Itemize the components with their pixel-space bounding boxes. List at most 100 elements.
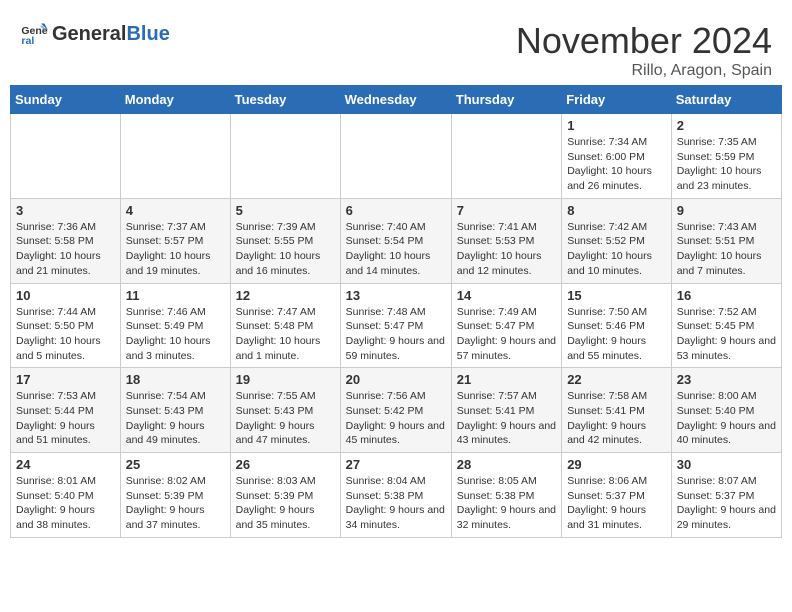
calendar-week-row: 24Sunrise: 8:01 AM Sunset: 5:40 PM Dayli…	[11, 453, 782, 538]
calendar-cell: 24Sunrise: 8:01 AM Sunset: 5:40 PM Dayli…	[11, 453, 121, 538]
day-number: 17	[16, 372, 115, 387]
calendar-week-row: 10Sunrise: 7:44 AM Sunset: 5:50 PM Dayli…	[11, 283, 782, 368]
calendar-cell: 19 Sunrise: 7:55 AM Sunset: 5:43 PM Dayli…	[230, 368, 340, 453]
calendar-cell: 14 Sunrise: 7:49 AM Sunset: 5:47 PM Dayli…	[451, 283, 561, 368]
day-info: Sunrise: 7:46 AM Sunset: 5:49 PM Dayligh…	[126, 305, 225, 364]
calendar-cell: 6Sunrise: 7:40 AM Sunset: 5:54 PM Daylig…	[340, 198, 451, 283]
weekday-header: Sunday	[11, 86, 121, 114]
day-number: 28	[457, 457, 556, 472]
calendar-week-row: 1Sunrise: 7:34 AM Sunset: 6:00 PM Daylig…	[11, 114, 782, 199]
day-number: 3	[16, 203, 115, 218]
day-info: Sunrise: 7:52 AM Sunset: 5:45 PM Dayligh…	[677, 305, 776, 364]
day-info: Sunrise: 8:05 AM Sunset: 5:38 PM Dayligh…	[457, 474, 556, 533]
location: Rillo, Aragon, Spain	[516, 62, 772, 80]
day-info: Sunrise: 8:04 AM Sunset: 5:38 PM Dayligh…	[346, 474, 446, 533]
day-number: 16	[677, 288, 776, 303]
day-number: 10	[16, 288, 115, 303]
calendar-cell: 3 Sunrise: 7:36 AM Sunset: 5:58 PM Daylig…	[11, 198, 121, 283]
calendar-cell: 7 Sunrise: 7:41 AM Sunset: 5:53 PM Daylig…	[451, 198, 561, 283]
day-number: 2	[677, 118, 776, 133]
day-info: Sunrise: 7:57 AM Sunset: 5:41 PM Dayligh…	[457, 389, 556, 448]
calendar-week-row: 17 Sunrise: 7:53 AM Sunset: 5:44 PM Dayli…	[11, 368, 782, 453]
calendar-cell	[340, 114, 451, 199]
day-info: Sunrise: 7:58 AM Sunset: 5:41 PM Dayligh…	[567, 389, 666, 448]
logo-icon: Gene ral	[20, 20, 48, 48]
day-number: 23	[677, 372, 776, 387]
day-info: Sunrise: 7:43 AM Sunset: 5:51 PM Dayligh…	[677, 220, 776, 279]
day-info: Sunrise: 7:35 AM Sunset: 5:59 PM Dayligh…	[677, 135, 776, 194]
day-number: 30	[677, 457, 776, 472]
calendar-cell: 10Sunrise: 7:44 AM Sunset: 5:50 PM Dayli…	[11, 283, 121, 368]
day-number: 22	[567, 372, 666, 387]
day-info: Sunrise: 8:00 AM Sunset: 5:40 PM Dayligh…	[677, 389, 776, 448]
day-number: 18	[126, 372, 225, 387]
day-info: Sunrise: 8:03 AM Sunset: 5:39 PM Dayligh…	[236, 474, 335, 533]
day-number: 13	[346, 288, 446, 303]
calendar-cell: 26 Sunrise: 8:03 AM Sunset: 5:39 PM Dayli…	[230, 453, 340, 538]
day-info: Sunrise: 7:55 AM Sunset: 5:43 PM Dayligh…	[236, 389, 335, 448]
calendar-cell: 18 Sunrise: 7:54 AM Sunset: 5:43 PM Dayli…	[120, 368, 230, 453]
page-header: Gene ral GeneralBlue November 2024 Rillo…	[10, 10, 782, 85]
logo-text: GeneralBlue	[52, 23, 170, 45]
day-number: 24	[16, 457, 115, 472]
calendar-cell: 8Sunrise: 7:42 AM Sunset: 5:52 PM Daylig…	[562, 198, 672, 283]
calendar-cell: 5 Sunrise: 7:39 AM Sunset: 5:55 PM Daylig…	[230, 198, 340, 283]
day-number: 5	[236, 203, 335, 218]
day-info: Sunrise: 7:36 AM Sunset: 5:58 PM Dayligh…	[16, 220, 115, 279]
day-number: 27	[346, 457, 446, 472]
day-number: 25	[126, 457, 225, 472]
day-number: 8	[567, 203, 666, 218]
day-number: 11	[126, 288, 225, 303]
day-number: 12	[236, 288, 335, 303]
calendar-header-row: SundayMondayTuesdayWednesdayThursdayFrid…	[11, 86, 782, 114]
calendar-cell: 28 Sunrise: 8:05 AM Sunset: 5:38 PM Dayli…	[451, 453, 561, 538]
calendar-cell: 30 Sunrise: 8:07 AM Sunset: 5:37 PM Dayli…	[671, 453, 781, 538]
weekday-header: Monday	[120, 86, 230, 114]
weekday-header: Saturday	[671, 86, 781, 114]
calendar-cell: 13 Sunrise: 7:48 AM Sunset: 5:47 PM Dayli…	[340, 283, 451, 368]
calendar-cell	[120, 114, 230, 199]
calendar-cell: 4 Sunrise: 7:37 AM Sunset: 5:57 PM Daylig…	[120, 198, 230, 283]
day-info: Sunrise: 7:37 AM Sunset: 5:57 PM Dayligh…	[126, 220, 225, 279]
logo-general: General	[52, 23, 126, 45]
day-number: 7	[457, 203, 556, 218]
day-number: 4	[126, 203, 225, 218]
day-number: 19	[236, 372, 335, 387]
day-info: Sunrise: 7:49 AM Sunset: 5:47 PM Dayligh…	[457, 305, 556, 364]
calendar-cell: 22 Sunrise: 7:58 AM Sunset: 5:41 PM Dayli…	[562, 368, 672, 453]
title-block: November 2024 Rillo, Aragon, Spain	[516, 20, 772, 80]
calendar-cell: 12 Sunrise: 7:47 AM Sunset: 5:48 PM Dayli…	[230, 283, 340, 368]
calendar-cell: 15 Sunrise: 7:50 AM Sunset: 5:46 PM Dayli…	[562, 283, 672, 368]
day-info: Sunrise: 8:02 AM Sunset: 5:39 PM Dayligh…	[126, 474, 225, 533]
day-info: Sunrise: 7:48 AM Sunset: 5:47 PM Dayligh…	[346, 305, 446, 364]
day-number: 14	[457, 288, 556, 303]
calendar-cell: 9Sunrise: 7:43 AM Sunset: 5:51 PM Daylig…	[671, 198, 781, 283]
calendar-cell: 20Sunrise: 7:56 AM Sunset: 5:42 PM Dayli…	[340, 368, 451, 453]
day-number: 26	[236, 457, 335, 472]
day-info: Sunrise: 7:50 AM Sunset: 5:46 PM Dayligh…	[567, 305, 666, 364]
day-info: Sunrise: 7:41 AM Sunset: 5:53 PM Dayligh…	[457, 220, 556, 279]
calendar-cell	[451, 114, 561, 199]
day-info: Sunrise: 7:53 AM Sunset: 5:44 PM Dayligh…	[16, 389, 115, 448]
calendar-cell: 21 Sunrise: 7:57 AM Sunset: 5:41 PM Dayli…	[451, 368, 561, 453]
day-info: Sunrise: 7:40 AM Sunset: 5:54 PM Dayligh…	[346, 220, 446, 279]
day-number: 15	[567, 288, 666, 303]
calendar-cell: 16 Sunrise: 7:52 AM Sunset: 5:45 PM Dayli…	[671, 283, 781, 368]
calendar-cell	[11, 114, 121, 199]
calendar-cell: 2 Sunrise: 7:35 AM Sunset: 5:59 PM Daylig…	[671, 114, 781, 199]
calendar-cell: 17 Sunrise: 7:53 AM Sunset: 5:44 PM Dayli…	[11, 368, 121, 453]
day-info: Sunrise: 7:39 AM Sunset: 5:55 PM Dayligh…	[236, 220, 335, 279]
day-number: 21	[457, 372, 556, 387]
weekday-header: Friday	[562, 86, 672, 114]
calendar-table: SundayMondayTuesdayWednesdayThursdayFrid…	[10, 85, 782, 538]
day-info: Sunrise: 7:54 AM Sunset: 5:43 PM Dayligh…	[126, 389, 225, 448]
svg-text:ral: ral	[21, 35, 34, 47]
day-info: Sunrise: 7:47 AM Sunset: 5:48 PM Dayligh…	[236, 305, 335, 364]
day-info: Sunrise: 7:56 AM Sunset: 5:42 PM Dayligh…	[346, 389, 446, 448]
day-info: Sunrise: 7:34 AM Sunset: 6:00 PM Dayligh…	[567, 135, 666, 194]
day-info: Sunrise: 8:06 AM Sunset: 5:37 PM Dayligh…	[567, 474, 666, 533]
logo-blue: Blue	[126, 23, 169, 45]
calendar-cell: 25 Sunrise: 8:02 AM Sunset: 5:39 PM Dayli…	[120, 453, 230, 538]
day-info: Sunrise: 8:07 AM Sunset: 5:37 PM Dayligh…	[677, 474, 776, 533]
calendar-cell: 1Sunrise: 7:34 AM Sunset: 6:00 PM Daylig…	[562, 114, 672, 199]
